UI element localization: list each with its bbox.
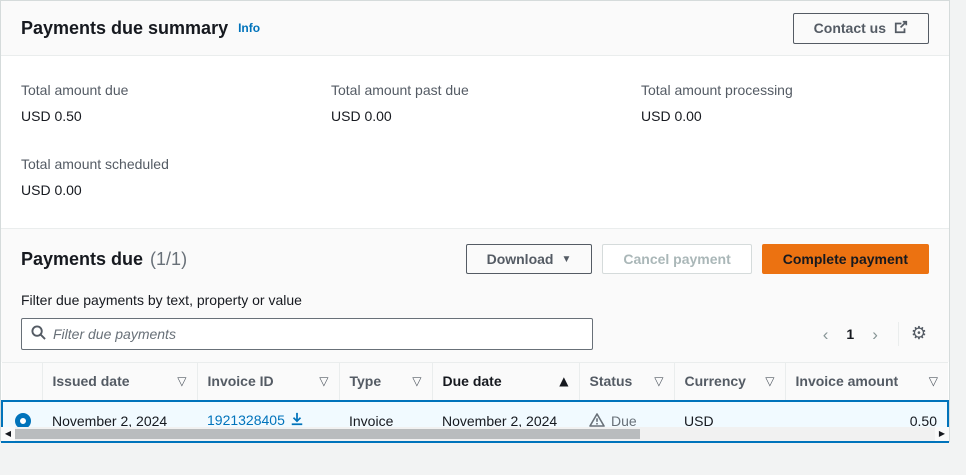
payments-due-card: Payments due summary Info Contact us Tot… — [0, 0, 950, 442]
filter-label: Filter due payments by text, property or… — [21, 290, 929, 310]
stat-value: USD 0.00 — [21, 180, 331, 200]
payments-due-count: (1/1) — [150, 249, 187, 270]
stat-label: Total amount processing — [641, 80, 929, 100]
column-header-due-date[interactable]: Due date▲ — [432, 363, 579, 401]
select-all-column-header — [2, 363, 42, 401]
filter-icon[interactable]: ▽ — [319, 374, 328, 388]
scroll-right-icon[interactable]: ▶ — [935, 427, 949, 441]
page: { "summary": { "title": "Payments due su… — [0, 0, 966, 475]
filter-input[interactable] — [53, 326, 583, 342]
stat-value: USD 0.00 — [641, 106, 929, 126]
column-header-issued-date[interactable]: Issued date▽ — [42, 363, 197, 401]
stat-label: Total amount scheduled — [21, 154, 331, 174]
summary-title: Payments due summary — [21, 18, 228, 39]
filter-icon[interactable]: ▽ — [412, 374, 421, 388]
pagination: ‹ 1 › ⚙ — [813, 322, 929, 346]
filter-search-box[interactable] — [21, 318, 593, 350]
payments-actions: Download ▼ Cancel payment Complete payme… — [466, 244, 929, 274]
summary-header: Payments due summary Info Contact us — [1, 1, 949, 56]
payments-due-header: Payments due (1/1) Download ▼ Cancel pay… — [1, 228, 949, 362]
horizontal-scrollbar[interactable]: ◀ ▶ — [1, 427, 949, 441]
stat-total-past-due: Total amount past due USD 0.00 — [331, 80, 641, 126]
pagination-divider — [898, 322, 899, 346]
download-label: Download — [487, 251, 554, 267]
stat-label: Total amount past due — [331, 80, 641, 100]
scrollbar-track[interactable] — [15, 427, 935, 441]
chevron-down-icon: ▼ — [561, 255, 571, 265]
table-header-row: Issued date▽ Invoice ID▽ Type▽ Due date▲… — [2, 363, 948, 401]
sort-ascending-icon[interactable]: ▲ — [559, 374, 568, 388]
scroll-left-icon[interactable]: ◀ — [1, 427, 15, 441]
stat-label: Total amount due — [21, 80, 331, 100]
stat-total-processing: Total amount processing USD 0.00 — [641, 80, 929, 126]
previous-page-button[interactable]: ‹ — [813, 324, 839, 345]
contact-us-button[interactable]: Contact us — [793, 13, 929, 44]
filter-icon[interactable]: ▽ — [765, 374, 774, 388]
column-header-status[interactable]: Status▽ — [579, 363, 674, 401]
next-page-button[interactable]: › — [862, 324, 888, 345]
scrollbar-thumb[interactable] — [15, 429, 640, 439]
contact-us-label: Contact us — [814, 20, 886, 36]
settings-gear-icon[interactable]: ⚙ — [909, 325, 929, 343]
summary-stats: Total amount due USD 0.50 Total amount p… — [1, 56, 949, 228]
filter-icon[interactable]: ▽ — [929, 374, 938, 388]
payments-due-title: Payments due — [21, 249, 143, 270]
stat-total-due: Total amount due USD 0.50 — [21, 80, 331, 126]
cancel-payment-button[interactable]: Cancel payment — [602, 244, 751, 274]
external-link-icon — [894, 20, 908, 37]
info-link[interactable]: Info — [238, 21, 260, 35]
filter-icon[interactable]: ▽ — [654, 374, 663, 388]
stat-total-scheduled: Total amount scheduled USD 0.00 — [21, 154, 331, 200]
download-icon[interactable] — [290, 412, 304, 429]
stat-value: USD 0.50 — [21, 106, 331, 126]
search-icon — [31, 325, 46, 343]
column-header-type[interactable]: Type▽ — [339, 363, 432, 401]
column-header-invoice-amount[interactable]: Invoice amount▽ — [785, 363, 948, 401]
complete-payment-button[interactable]: Complete payment — [762, 244, 929, 274]
stat-value: USD 0.00 — [331, 106, 641, 126]
page-number[interactable]: 1 — [838, 326, 862, 342]
filter-icon[interactable]: ▽ — [177, 374, 186, 388]
column-header-currency[interactable]: Currency▽ — [674, 363, 785, 401]
download-button[interactable]: Download ▼ — [466, 244, 593, 274]
column-header-invoice-id[interactable]: Invoice ID▽ — [197, 363, 339, 401]
